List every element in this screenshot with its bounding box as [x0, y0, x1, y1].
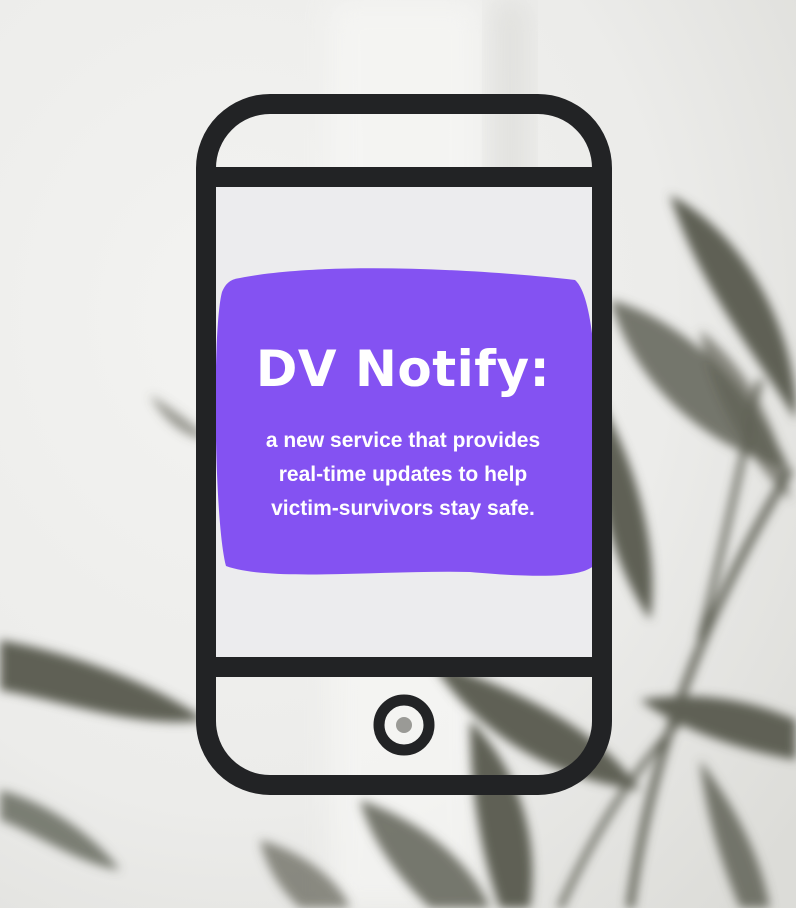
headline: DV Notify:: [255, 340, 551, 398]
tagline-line: a new service that provides: [265, 429, 541, 452]
tagline-line: real-time updates to help: [278, 463, 528, 486]
headline-blob: [215, 268, 599, 576]
tagline-line: victim-survivors stay safe.: [271, 497, 535, 520]
tagline: a new service that provides real-time up…: [214, 424, 592, 526]
